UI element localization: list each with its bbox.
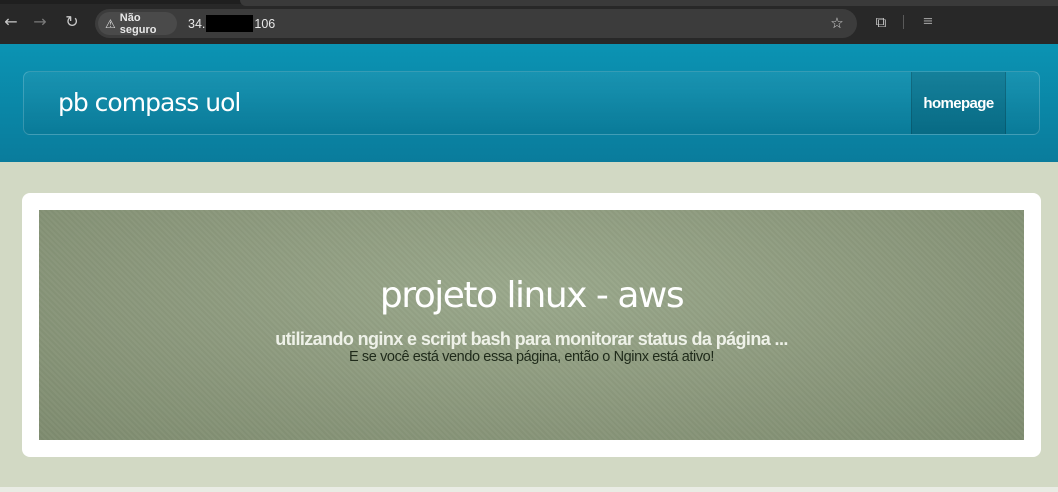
url-suffix: 106 [254,16,276,31]
address-bar[interactable]: ⚠ Não seguro 34. 106 ☆ [95,9,857,38]
hero-banner: projeto linux - aws utilizando nginx e s… [39,210,1024,440]
forward-icon[interactable]: → [30,12,50,32]
media-queue-icon[interactable]: ≡ [918,12,938,32]
toolbar-divider [903,15,904,29]
page-bottom-edge [0,487,1058,492]
brand-title[interactable]: pb compass uol [58,88,241,117]
bookmark-star-icon[interactable]: ☆ [827,13,847,33]
url-prefix: 34. [188,16,206,31]
back-icon[interactable]: ← [1,12,21,32]
nav-link-homepage[interactable]: homepage [911,72,1006,134]
hero-title: projeto linux - aws [379,275,685,316]
active-tab-edge [240,0,1058,6]
site-header: pb compass uol homepage [0,44,1058,162]
url-text[interactable]: 34. 106 [188,15,275,32]
extensions-icon[interactable]: ⧉ [871,12,891,32]
navbar: pb compass uol homepage [23,71,1040,135]
security-label: Não seguro [119,11,157,36]
content-card: projeto linux - aws utilizando nginx e s… [22,193,1041,457]
warning-icon: ⚠ [105,16,116,31]
browser-toolbar: ← → ↻ ⚠ Não seguro 34. 106 ☆ ⧉ ≡ [0,0,1058,44]
url-redaction [206,15,254,32]
reload-icon[interactable]: ↻ [62,12,82,32]
hero-note: E se você está vendo essa página, então … [349,349,714,365]
security-indicator[interactable]: ⚠ Não seguro [98,11,177,36]
hero-subtitle: utilizando nginx e script bash para moni… [275,329,788,349]
